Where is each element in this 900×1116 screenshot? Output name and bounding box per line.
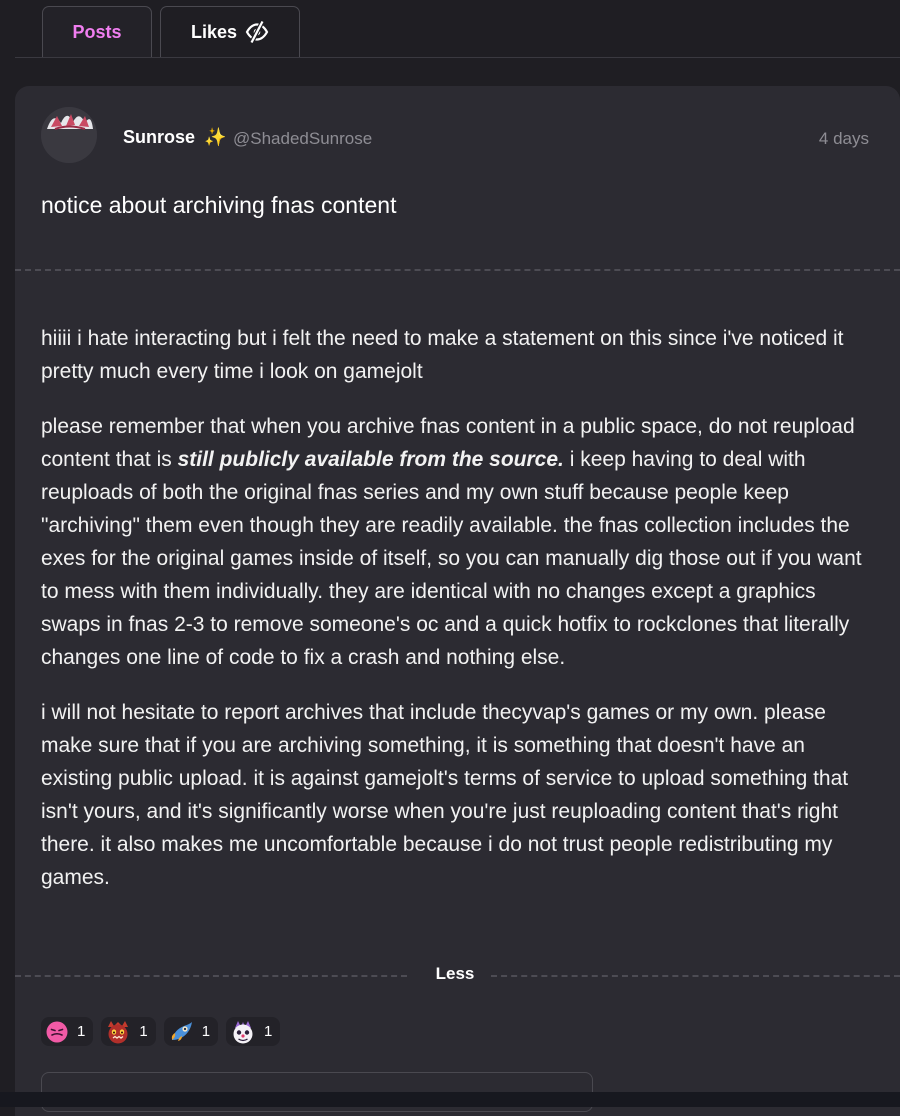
reaction-bar: 1 1 1 1	[41, 1017, 281, 1046]
less-button[interactable]: Less	[436, 964, 475, 984]
post-title: notice about archiving fnas content	[41, 192, 397, 218]
post-paragraph: i will not hesitate to report archives t…	[41, 701, 849, 889]
post-card: Sunrose ✨ @ShadedSunrose 4 days notice a…	[15, 86, 900, 1116]
author-avatar[interactable]	[41, 107, 97, 163]
reaction-pill[interactable]: 1	[226, 1017, 281, 1046]
post-paragraph: please remember that when you archive fn…	[41, 410, 881, 674]
profile-tabs: Posts Likes	[15, 0, 900, 58]
rocket-creature-emoji-icon	[168, 1020, 194, 1044]
reaction-pill[interactable]: 1	[41, 1017, 94, 1046]
reaction-count: 1	[139, 1023, 148, 1040]
hidden-eye-icon	[245, 20, 269, 44]
reaction-pill[interactable]: 1	[163, 1017, 219, 1046]
sparkles-icon: ✨	[204, 127, 227, 147]
window-bottom-edge	[0, 1092, 900, 1107]
tab-likes[interactable]: Likes	[160, 6, 300, 57]
post-divider	[15, 269, 900, 271]
tab-posts[interactable]: Posts	[42, 6, 152, 57]
less-row: Less	[15, 964, 900, 988]
reaction-count: 1	[77, 1023, 86, 1040]
tab-posts-label: Posts	[72, 21, 122, 42]
reaction-count: 1	[201, 1023, 211, 1040]
post-timestamp[interactable]: 4 days	[819, 129, 869, 149]
less-divider-right	[491, 975, 900, 977]
post-paragraph: hiiii i hate interacting but i felt the …	[41, 327, 844, 383]
author-handle[interactable]: @ShadedSunrose	[233, 129, 372, 149]
pink-face-emoji-icon	[45, 1020, 69, 1044]
author-name[interactable]: Sunrose	[123, 127, 195, 148]
less-divider-left	[15, 975, 407, 977]
post-body: hiiii i hate interacting but i felt the …	[41, 322, 881, 916]
tab-likes-label: Likes	[190, 21, 238, 42]
clown-creature-emoji-icon	[230, 1020, 256, 1044]
post-text: i keep having to deal with reuploads of …	[41, 448, 862, 669]
red-monster-emoji-icon	[105, 1020, 131, 1044]
post-emphasis: still publicly available from the source…	[177, 448, 564, 471]
reaction-pill[interactable]: 1	[101, 1017, 156, 1046]
reaction-count: 1	[264, 1023, 273, 1040]
